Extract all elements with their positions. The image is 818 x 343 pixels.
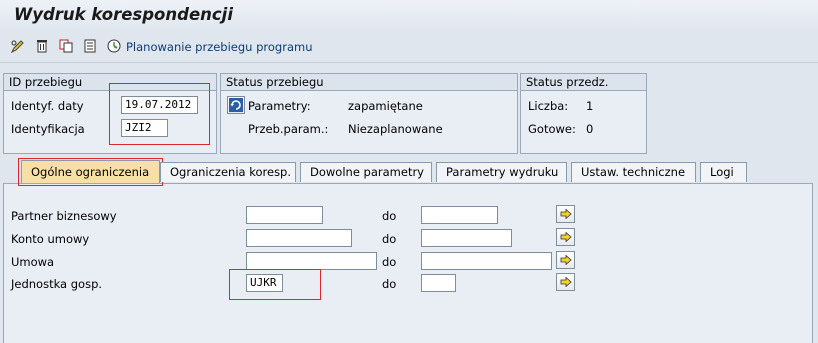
- highlight-frame-run-id: [109, 83, 210, 145]
- params-label: Parametry:: [248, 99, 311, 113]
- multiple-selection-button[interactable]: [556, 205, 575, 223]
- page-title: Wydruk korespondencji: [14, 5, 233, 24]
- params-value: zapamiętane: [348, 99, 423, 113]
- pencil-glasses-icon[interactable]: [10, 38, 26, 54]
- arrow-right-icon: [560, 232, 572, 242]
- sched-label: Przeb.param.:: [248, 122, 329, 136]
- count-label: Liczba:: [528, 99, 569, 113]
- tab-print-parameters[interactable]: Parametry wydruku: [436, 162, 567, 182]
- refresh-button[interactable]: [227, 96, 245, 114]
- contract-account-from-field[interactable]: [246, 229, 352, 247]
- multiple-selection-button[interactable]: [556, 273, 575, 291]
- schedule-run-button[interactable]: Planowanie przebiegu programu: [126, 40, 313, 54]
- contract-from-field[interactable]: [246, 252, 377, 270]
- multiple-selection-button[interactable]: [556, 228, 575, 246]
- count-value: 1: [586, 99, 594, 113]
- to-label: do: [382, 209, 397, 223]
- pre-status-header: Status przedz.: [521, 74, 646, 91]
- multiple-selection-button[interactable]: [556, 251, 575, 269]
- arrow-right-icon: [560, 277, 572, 287]
- to-label: do: [382, 277, 397, 291]
- sched-value: Niezaplanowane: [348, 122, 443, 136]
- title-bar: Wydruk korespondencji: [0, 0, 818, 32]
- highlight-frame-business-unit: [229, 269, 321, 300]
- list-icon[interactable]: [82, 38, 98, 54]
- clock-run-icon[interactable]: [106, 38, 122, 54]
- row-label-business-unit: Jednostka gosp.: [11, 277, 103, 291]
- divider: [0, 62, 818, 63]
- tab-panel: [3, 183, 813, 343]
- application-toolbar: Planowanie przebiegu programu: [0, 34, 818, 60]
- arrow-right-icon: [560, 255, 572, 265]
- tab-logs[interactable]: Logi: [700, 162, 747, 182]
- ready-value: 0: [586, 122, 594, 136]
- contract-to-field[interactable]: [421, 252, 552, 270]
- copy-icon[interactable]: [58, 38, 74, 54]
- highlight-frame-tab: [18, 158, 163, 186]
- run-status-header: Status przebiegu: [221, 74, 517, 91]
- row-label-business-partner: Partner biznesowy: [11, 209, 117, 223]
- contract-account-to-field[interactable]: [421, 229, 512, 247]
- tab-technical-settings[interactable]: Ustaw. techniczne: [571, 162, 696, 182]
- to-label: do: [382, 232, 397, 246]
- pre-status-group: Status przedz. Liczba: 1 Gotowe: 0: [520, 73, 647, 154]
- business-partner-from-field[interactable]: [246, 206, 323, 224]
- date-id-label: Identyf. daty: [11, 99, 84, 113]
- run-status-group: Status przebiegu Parametry: zapamiętane …: [220, 73, 518, 154]
- identification-label: Identyfikacja: [11, 122, 85, 136]
- business-unit-to-field[interactable]: [421, 274, 456, 292]
- tab-correspondence-restrictions[interactable]: Ograniczenia koresp.: [160, 162, 296, 182]
- row-label-contract: Umowa: [11, 255, 55, 269]
- tab-free-parameters[interactable]: Dowolne parametry: [300, 162, 432, 182]
- trash-icon[interactable]: [34, 38, 50, 54]
- row-label-contract-account: Konto umowy: [11, 232, 90, 246]
- ready-label: Gotowe:: [528, 122, 576, 136]
- business-partner-to-field[interactable]: [421, 206, 498, 224]
- arrow-right-icon: [560, 209, 572, 219]
- refresh-icon: [229, 98, 243, 112]
- to-label: do: [382, 255, 397, 269]
